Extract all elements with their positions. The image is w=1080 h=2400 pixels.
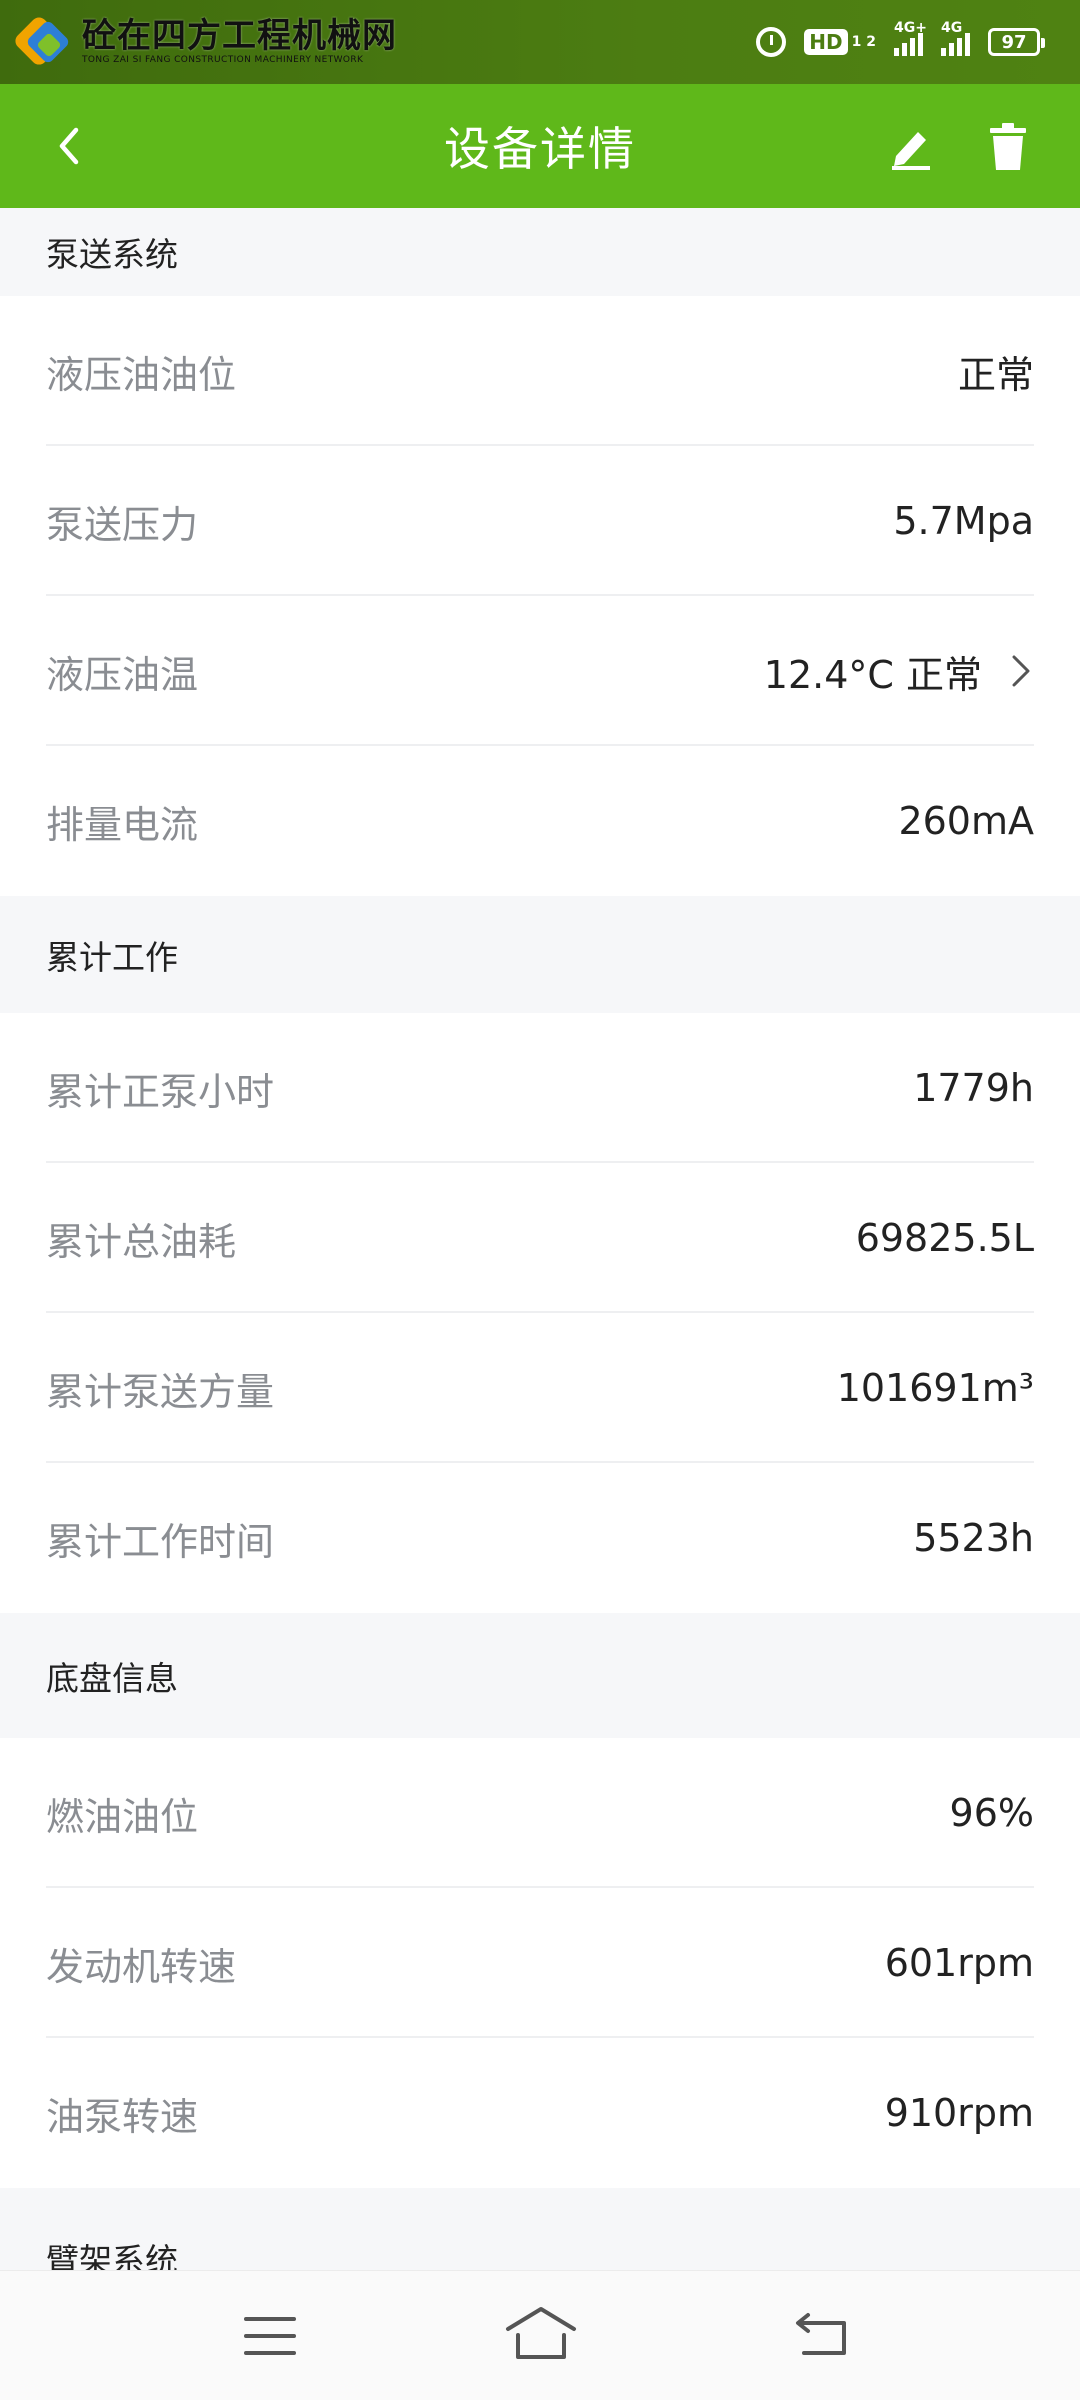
row-value: 910rpm — [884, 2091, 1034, 2135]
row-hydraulic-oil-level: 液压油油位 正常 — [0, 296, 1080, 446]
row-value: 69825.5L — [855, 1216, 1034, 1260]
row-value: 12.4°C 正常 — [763, 652, 982, 697]
row-value: 96% — [949, 1791, 1034, 1835]
system-navigation-bar — [0, 2270, 1080, 2400]
hd-sim-label: 1 2 — [851, 33, 876, 50]
section-title: 底盘信息 — [46, 1658, 178, 1698]
row-cumulative-work-time: 累计工作时间 5523h — [0, 1463, 1080, 1613]
row-fuel-level: 燃油油位 96% — [0, 1738, 1080, 1888]
edit-icon[interactable] — [886, 122, 936, 172]
chevron-right-icon — [1012, 655, 1030, 687]
app-bar: 设备详情 — [0, 84, 1080, 208]
row-label: 排量电流 — [46, 802, 199, 847]
nav-back-icon[interactable] — [792, 2309, 852, 2361]
row-oil-pump-speed: 油泵转速 910rpm — [0, 2038, 1080, 2188]
menu-icon[interactable] — [242, 2311, 298, 2361]
row-value: 101691m³ — [836, 1366, 1034, 1410]
section-title: 累计工作 — [46, 937, 178, 977]
row-cumulative-volume: 累计泵送方量 101691m³ — [0, 1313, 1080, 1463]
row-label: 液压油油位 — [46, 352, 237, 397]
signal-4g-plus-icon: 4G+ — [894, 20, 927, 56]
signal-4g-icon: 4G — [941, 20, 970, 56]
signal1-label: 4G+ — [894, 20, 927, 36]
section-header-cumulative: 累计工作 — [0, 896, 1080, 1013]
row-engine-speed: 发动机转速 601rpm — [0, 1888, 1080, 2038]
watermark-logo-icon — [12, 14, 72, 68]
section-header-chassis: 底盘信息 — [0, 1613, 1080, 1738]
hd-badge: HD — [804, 29, 848, 55]
row-value: 5523h — [913, 1516, 1034, 1560]
section-title: 泵送系统 — [46, 235, 178, 274]
status-bar: 砼在四方工程机械网 TONG ZAI SI FANG CONSTRUCTION … — [0, 0, 1080, 84]
row-pump-pressure: 泵送压力 5.7Mpa — [0, 446, 1080, 596]
row-cumulative-pump-hours: 累计正泵小时 1779h — [0, 1013, 1080, 1163]
row-hydraulic-oil-temp[interactable]: 液压油温 12.4°C 正常 — [0, 596, 1080, 746]
back-button[interactable] — [50, 122, 90, 170]
battery-icon: 97 — [988, 28, 1045, 56]
row-label: 累计总油耗 — [46, 1219, 237, 1264]
row-label: 液压油温 — [46, 652, 199, 697]
row-value-wrap: 12.4°C 正常 — [764, 644, 1034, 699]
row-cumulative-fuel: 累计总油耗 69825.5L — [0, 1163, 1080, 1313]
row-label: 累计正泵小时 — [46, 1069, 275, 1114]
row-label: 燃油油位 — [46, 1794, 199, 1839]
row-label: 发动机转速 — [46, 1944, 237, 1989]
device-detail-content[interactable]: 泵送系统 液压油油位 正常 泵送压力 5.7Mpa 液压油温 12.4°C 正常… — [0, 208, 1080, 2328]
row-value: 1779h — [913, 1066, 1034, 1110]
watermark-title: 砼在四方工程机械网 — [82, 16, 397, 56]
watermark-subtitle: TONG ZAI SI FANG CONSTRUCTION MACHINERY … — [82, 55, 364, 65]
row-value: 260mA — [898, 799, 1034, 843]
battery-level: 97 — [1001, 31, 1027, 53]
row-value: 601rpm — [884, 1941, 1034, 1985]
alarm-icon — [756, 27, 787, 57]
row-label: 累计工作时间 — [46, 1519, 275, 1564]
row-label: 泵送压力 — [46, 502, 199, 547]
watermark: 砼在四方工程机械网 TONG ZAI SI FANG CONSTRUCTION … — [12, 14, 397, 68]
page-title: 设备详情 — [444, 122, 636, 176]
row-label: 油泵转速 — [46, 2094, 199, 2139]
row-value: 正常 — [957, 352, 1034, 397]
row-label: 累计泵送方量 — [46, 1369, 275, 1414]
section-header-pump: 泵送系统 — [0, 208, 1080, 296]
trash-icon[interactable] — [986, 122, 1030, 172]
home-icon[interactable] — [504, 2303, 578, 2363]
row-displacement-current: 排量电流 260mA — [0, 746, 1080, 896]
row-value: 5.7Mpa — [893, 499, 1034, 543]
signal2-label: 4G — [941, 20, 963, 36]
